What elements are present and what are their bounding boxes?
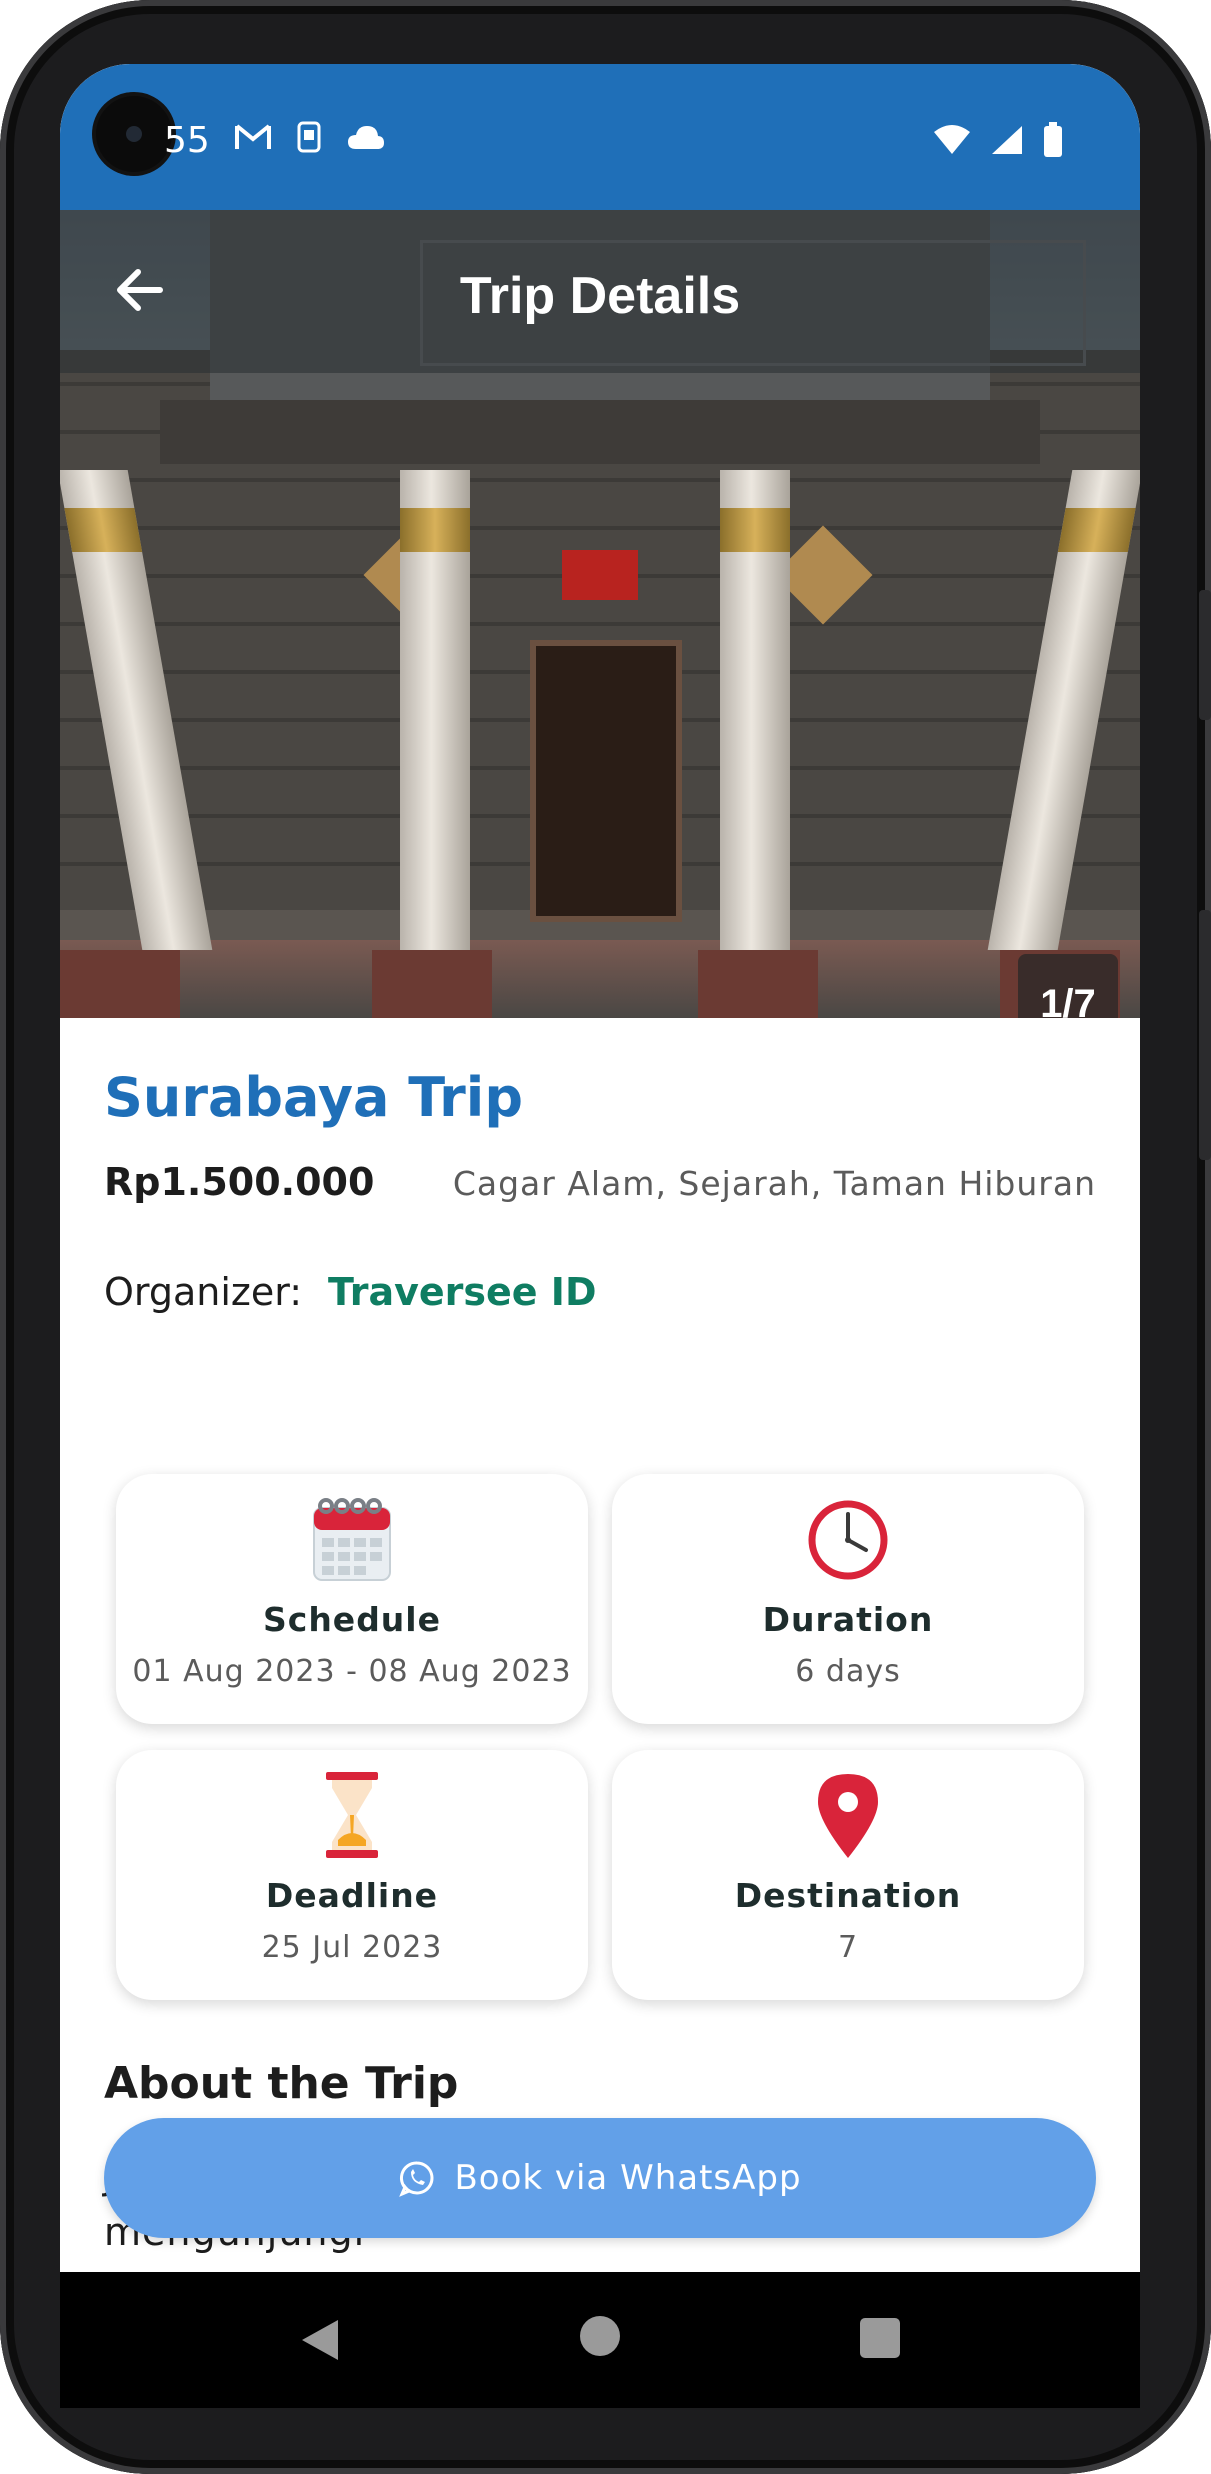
book-button-label: Book via WhatsApp: [454, 2158, 802, 2198]
signal-icon: [992, 126, 1022, 154]
power-button: [1199, 910, 1211, 1160]
whatsapp-icon: [399, 2161, 434, 2197]
hero-column-base: [60, 950, 180, 1018]
hero-column: [720, 470, 790, 950]
nav-back-icon[interactable]: [298, 2318, 342, 2362]
page-title: Trip Details: [459, 267, 741, 325]
hero-ground: [60, 940, 1140, 1018]
deadline-label: Deadline: [265, 1876, 439, 1915]
wifi-icon: [934, 125, 970, 154]
trip-image-carousel[interactable]: Trip Details 1/7: [60, 210, 1140, 1018]
trip-price: Rp1.500.000: [104, 1160, 375, 1204]
duration-label: Duration: [762, 1600, 934, 1639]
trip-categories: Cagar Alam, Sejarah, Taman Hiburan: [452, 1164, 1096, 1203]
hourglass-icon: [326, 1772, 378, 1858]
hero-building-logo: [562, 550, 638, 600]
deadline-card: Deadline 25 Jul 2023: [116, 1750, 588, 2000]
sim-icon: [297, 121, 321, 153]
organizer-link[interactable]: Traversee ID: [328, 1270, 597, 1314]
duration-value: 6 days: [795, 1654, 901, 1689]
schedule-label: Schedule: [262, 1600, 441, 1639]
status-notification-icons: [234, 120, 386, 154]
volume-button: [1199, 590, 1211, 720]
hero-building-entablature: [160, 400, 1040, 464]
schedule-value: 01 Aug 2023 - 08 Aug 2023: [132, 1654, 572, 1689]
app-screen: 55 Trip Details 1/7 Surabaya Trip Rp1.50…: [60, 64, 1140, 2272]
phone-device: 55 Trip Details 1/7 Surabaya Trip Rp1.50…: [0, 0, 1211, 2474]
destination-label: Destination: [734, 1876, 962, 1915]
about-title: About the Trip: [104, 2058, 459, 2109]
battery-icon: [1044, 122, 1062, 157]
nav-home-icon[interactable]: [580, 2316, 620, 2356]
hero-column-base: [698, 950, 818, 1018]
duration-card: Duration 6 days: [612, 1474, 1084, 1724]
hero-column: [400, 470, 470, 950]
location-pin-icon: [818, 1774, 878, 1858]
clock-icon: [808, 1500, 888, 1580]
nav-recents-icon[interactable]: [860, 2318, 900, 2358]
organizer-label: Organizer:: [104, 1270, 302, 1314]
trip-title: Surabaya Trip: [104, 1066, 523, 1129]
status-system-icons: [932, 122, 1064, 158]
system-navigation-bar: [60, 2272, 1140, 2408]
hero-column-base: [372, 950, 492, 1018]
schedule-card: Schedule 01 Aug 2023 - 08 Aug 2023: [116, 1474, 588, 1724]
calendar-icon: [313, 1498, 391, 1581]
book-whatsapp-button[interactable]: Book via WhatsApp: [104, 2118, 1096, 2238]
hero-building-door: [530, 640, 682, 922]
front-camera: [96, 96, 172, 172]
gmail-icon: [235, 124, 271, 149]
image-counter: 1/7: [1018, 954, 1118, 1018]
destination-value: 7: [837, 1930, 859, 1965]
destination-card: Destination 7: [612, 1750, 1084, 2000]
cloud-icon: [348, 126, 384, 149]
status-time: 55: [164, 120, 210, 161]
deadline-value: 25 Jul 2023: [261, 1930, 443, 1965]
status-bar: 55: [60, 64, 1140, 210]
